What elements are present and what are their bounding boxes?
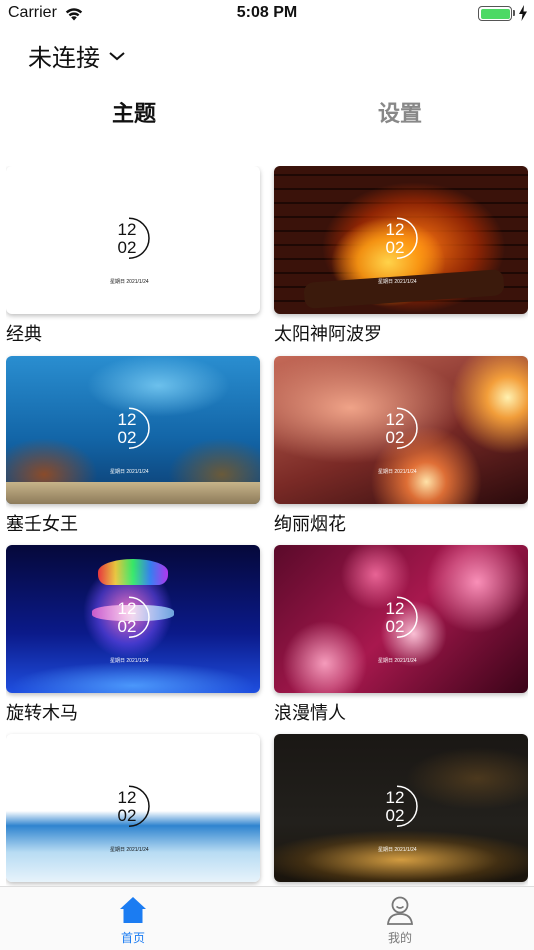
theme-card-classic[interactable]: 12 02 星期日 2021/1/24 经典 (6, 166, 260, 346)
clock-date: 星期日 2021/1/24 (378, 847, 417, 853)
charging-bolt-icon (519, 5, 527, 21)
clock-date: 星期日 2021/1/24 (378, 658, 417, 664)
theme-label: 旋转木马 (6, 703, 78, 724)
clock-minute: 02 (117, 617, 137, 637)
theme-thumbnail: 12 02 星期日 2021/1/24 (6, 545, 260, 693)
theme-card-apollo[interactable]: 12 02 星期日 2021/1/24 太阳神阿波罗 (274, 166, 528, 346)
theme-card-siren[interactable]: 12 02 星期日 2021/1/24 塞壬女王 (6, 356, 260, 536)
theme-label: 浪漫情人 (274, 703, 346, 724)
clock-minute: 02 (385, 806, 405, 826)
bottom-tab-bar: 首页 我的 (0, 886, 534, 950)
tabbar-home-label: 首页 (120, 931, 145, 945)
tab-theme[interactable]: 主题 (54, 96, 214, 128)
tabbar-mine-label: 我的 (387, 931, 412, 945)
theme-grid: 12 02 星期日 2021/1/24 经典 12 02 星期日 2021/1/… (6, 166, 528, 886)
theme-label: 塞壬女王 (6, 514, 78, 535)
theme-thumbnail: 12 02 星期日 2021/1/24 (6, 734, 260, 882)
tab-settings[interactable]: 设置 (320, 96, 480, 128)
battery-icon (478, 6, 512, 21)
clock-preview: 12 02 (381, 406, 421, 450)
clock-date: 星期日 2021/1/24 (110, 469, 149, 475)
segment-tabs: 主题 设置 (0, 96, 534, 136)
user-icon (387, 896, 413, 925)
clock-minute: 02 (385, 617, 405, 637)
clock-hour: 12 (117, 599, 137, 619)
clock-preview: 12 02 (113, 216, 153, 260)
theme-card-fireworks[interactable]: 12 02 星期日 2021/1/24 绚丽烟花 (274, 356, 528, 536)
theme-card-golden[interactable]: 12 02 星期日 2021/1/24 (274, 734, 528, 886)
clock-date: 星期日 2021/1/24 (378, 469, 417, 475)
chevron-down-icon (109, 51, 125, 60)
connection-status-label: 未连接 (28, 44, 100, 72)
theme-thumbnail: 12 02 星期日 2021/1/24 (274, 166, 528, 314)
clock-minute: 02 (385, 238, 405, 258)
clock-hour: 12 (385, 220, 405, 240)
clock-preview: 12 02 (381, 216, 421, 260)
theme-thumbnail: 12 02 星期日 2021/1/24 (274, 734, 528, 882)
theme-label: 经典 (6, 324, 42, 345)
clock-minute: 02 (117, 806, 137, 826)
clock-preview: 12 02 (381, 595, 421, 639)
theme-card-romance[interactable]: 12 02 星期日 2021/1/24 浪漫情人 (274, 545, 528, 725)
theme-thumbnail: 12 02 星期日 2021/1/24 (274, 545, 528, 693)
clock-minute: 02 (117, 238, 137, 258)
clock-preview: 12 02 (381, 784, 421, 828)
theme-thumbnail: 12 02 星期日 2021/1/24 (274, 356, 528, 504)
clock-hour: 12 (117, 788, 137, 808)
clock-hour: 12 (385, 599, 405, 619)
clock-hour: 12 (385, 788, 405, 808)
theme-card-carousel[interactable]: 12 02 星期日 2021/1/24 旋转木马 (6, 545, 260, 725)
battery-cap (513, 10, 515, 16)
clock-hour: 12 (117, 410, 137, 430)
clock-date: 星期日 2021/1/24 (110, 847, 149, 853)
home-icon (120, 897, 146, 923)
tabbar-item-mine[interactable]: 我的 (360, 895, 440, 946)
clock-preview: 12 02 (113, 406, 153, 450)
tabbar-item-home[interactable]: 首页 (93, 895, 173, 946)
clock-date: 星期日 2021/1/24 (378, 279, 417, 285)
theme-label: 太阳神阿波罗 (274, 324, 382, 345)
connection-selector[interactable]: 未连接 (28, 38, 126, 73)
clock-preview: 12 02 (113, 595, 153, 639)
clock-hour: 12 (385, 410, 405, 430)
clock-time: 5:08 PM (236, 4, 298, 21)
theme-label: 绚丽烟花 (274, 514, 346, 535)
clock-date: 星期日 2021/1/24 (110, 279, 149, 285)
status-bar: Carrier 5:08 PM (0, 0, 534, 28)
clock-minute: 02 (385, 428, 405, 448)
clock-hour: 12 (117, 220, 137, 240)
clock-preview: 12 02 (113, 784, 153, 828)
theme-thumbnail: 12 02 星期日 2021/1/24 (6, 166, 260, 314)
theme-thumbnail: 12 02 星期日 2021/1/24 (6, 356, 260, 504)
theme-card-water[interactable]: 12 02 星期日 2021/1/24 (6, 734, 260, 886)
clock-minute: 02 (117, 428, 137, 448)
clock-date: 星期日 2021/1/24 (110, 658, 149, 664)
